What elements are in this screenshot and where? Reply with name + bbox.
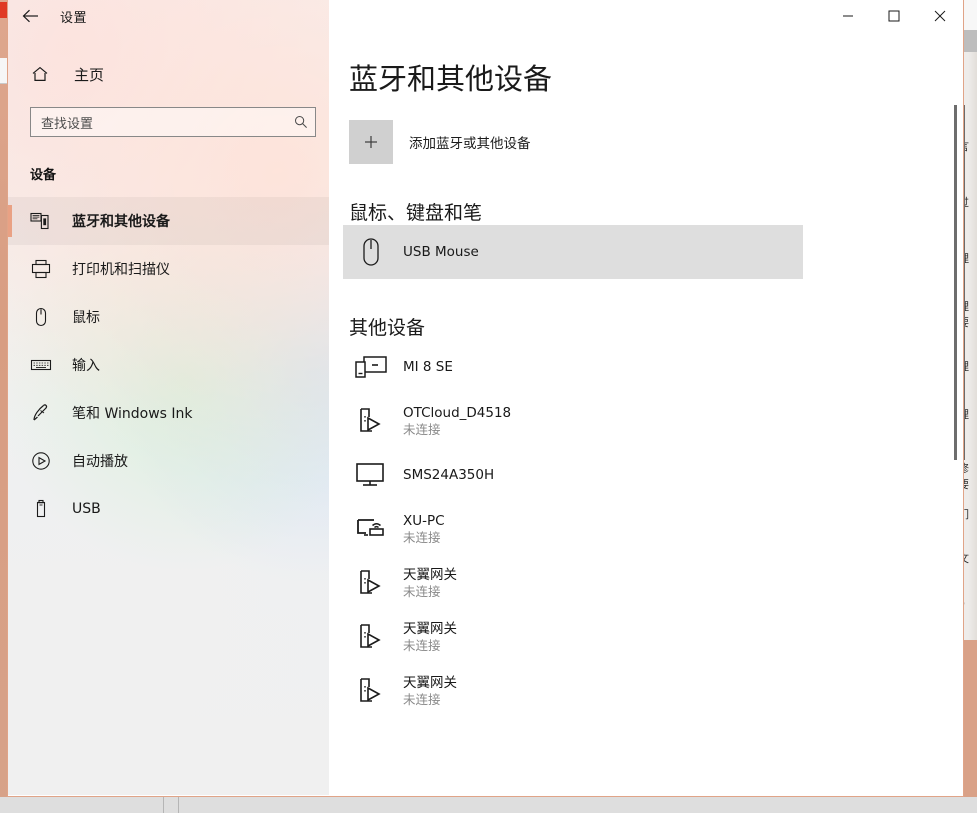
device-name: XU-PC: [403, 513, 445, 530]
device-row[interactable]: 天翼网关 未连接: [343, 610, 803, 664]
device-name: 天翼网关: [403, 621, 457, 638]
device-row[interactable]: OTCloud_D4518 未连接: [343, 394, 803, 448]
sidebar-item-label: 蓝牙和其他设备: [72, 211, 170, 231]
pen-icon: [30, 400, 56, 426]
back-button[interactable]: [8, 0, 53, 32]
device-info: MI 8 SE: [403, 359, 453, 376]
section-heading-other-devices: 其他设备: [349, 313, 963, 340]
home-icon: [30, 61, 60, 87]
close-icon: [934, 10, 946, 22]
sidebar-nav-list: 蓝牙和其他设备 打印机和扫描仪: [8, 197, 329, 533]
scrollbar-thumb[interactable]: [954, 105, 957, 460]
device-status: 未连接: [403, 638, 457, 654]
taskbar-divider: [163, 797, 164, 813]
device-info: 天翼网关 未连接: [403, 621, 457, 654]
device-name: 天翼网关: [403, 675, 457, 692]
sidebar-item-mouse[interactable]: 鼠标: [8, 293, 329, 341]
device-name: 天翼网关: [403, 567, 457, 584]
section-heading-input-devices: 鼠标、键盘和笔: [349, 198, 963, 225]
device-row[interactable]: 天翼网关 未连接: [343, 664, 803, 718]
printer-icon: [30, 256, 56, 282]
device-row[interactable]: SMS24A350H: [343, 448, 803, 502]
device-status: 未连接: [403, 530, 445, 546]
close-button[interactable]: [917, 0, 963, 32]
title-bar-left: 设置: [8, 0, 329, 32]
plus-icon: [349, 120, 393, 164]
device-info: SMS24A350H: [403, 467, 494, 484]
cast-device-icon: [349, 401, 393, 441]
selection-accent-bar: [8, 205, 12, 237]
back-arrow-icon: [21, 8, 41, 24]
sidebar-home-label: 主页: [74, 64, 104, 85]
device-name: USB Mouse: [403, 244, 479, 261]
main-content: 蓝牙和其他设备 添加蓝牙或其他设备 鼠标、键盘和笔 USB Mouse: [329, 32, 963, 795]
mouse-icon: [349, 232, 393, 272]
sidebar-item-usb[interactable]: USB: [8, 485, 329, 533]
autoplay-icon: [30, 448, 56, 474]
minimize-button[interactable]: [825, 0, 871, 32]
device-info: 天翼网关 未连接: [403, 567, 457, 600]
sidebar-item-label: USB: [72, 501, 101, 517]
desktop-left-sliver: [0, 0, 7, 813]
taskbar[interactable]: [0, 797, 977, 813]
device-status: 未连接: [403, 584, 457, 600]
device-row[interactable]: MI 8 SE: [343, 340, 803, 394]
sidebar-item-printers[interactable]: 打印机和扫描仪: [8, 245, 329, 293]
title-bar: 设置: [8, 0, 963, 32]
maximize-icon: [888, 10, 900, 22]
cast-device-icon: [349, 617, 393, 657]
device-row[interactable]: XU-PC 未连接: [343, 502, 803, 556]
device-info: USB Mouse: [403, 244, 479, 261]
search-input-text: 查找设置: [31, 113, 287, 132]
search-input[interactable]: 查找设置: [30, 107, 316, 137]
sidebar-item-autoplay[interactable]: 自动播放: [8, 437, 329, 485]
window-controls: [825, 0, 963, 32]
sidebar-item-label: 自动播放: [72, 451, 128, 471]
device-row[interactable]: 天翼网关 未连接: [343, 556, 803, 610]
keyboard-icon: [30, 352, 56, 378]
sidebar-item-typing[interactable]: 输入: [8, 341, 329, 389]
device-info: OTCloud_D4518 未连接: [403, 405, 511, 438]
sidebar-item-pen-windows-ink[interactable]: 笔和 Windows Ink: [8, 389, 329, 437]
add-device-label: 添加蓝牙或其他设备: [409, 132, 531, 152]
device-name: OTCloud_D4518: [403, 405, 511, 422]
minimize-icon: [842, 10, 854, 22]
sidebar-item-home[interactable]: 主页: [8, 54, 329, 94]
device-name: SMS24A350H: [403, 467, 494, 484]
settings-window: 主页 查找设置 设备: [7, 0, 964, 797]
taskbar-divider: [178, 797, 179, 813]
device-status: 未连接: [403, 692, 457, 708]
page-title: 蓝牙和其他设备: [349, 56, 963, 98]
device-status: 未连接: [403, 422, 511, 438]
sidebar-item-label: 鼠标: [72, 307, 100, 327]
sidebar-item-label: 笔和 Windows Ink: [72, 403, 193, 423]
usb-icon: [30, 496, 56, 522]
sidebar-item-label: 打印机和扫描仪: [72, 259, 170, 279]
device-name: MI 8 SE: [403, 359, 453, 376]
add-device-button[interactable]: 添加蓝牙或其他设备: [349, 120, 963, 164]
sidebar-item-label: 输入: [72, 355, 100, 375]
maximize-button[interactable]: [871, 0, 917, 32]
mouse-icon: [30, 304, 56, 330]
sidebar: 主页 查找设置 设备: [8, 0, 329, 795]
title-bar-drag-region[interactable]: [329, 0, 825, 32]
phone-tablet-icon: [349, 347, 393, 387]
content-scrollbar[interactable]: [949, 32, 963, 795]
cast-device-icon: [349, 671, 393, 711]
window-title: 设置: [60, 7, 87, 26]
device-info: XU-PC 未连接: [403, 513, 445, 546]
sidebar-section-title: 设备: [30, 164, 329, 183]
device-info: 天翼网关 未连接: [403, 675, 457, 708]
cast-device-icon: [349, 563, 393, 603]
wireless-display-icon: [349, 509, 393, 549]
sidebar-item-bluetooth[interactable]: 蓝牙和其他设备: [8, 197, 329, 245]
monitor-icon: [349, 455, 393, 495]
device-row[interactable]: USB Mouse: [343, 225, 803, 279]
bluetooth-device-icon: [30, 208, 56, 234]
search-icon[interactable]: [287, 114, 315, 130]
